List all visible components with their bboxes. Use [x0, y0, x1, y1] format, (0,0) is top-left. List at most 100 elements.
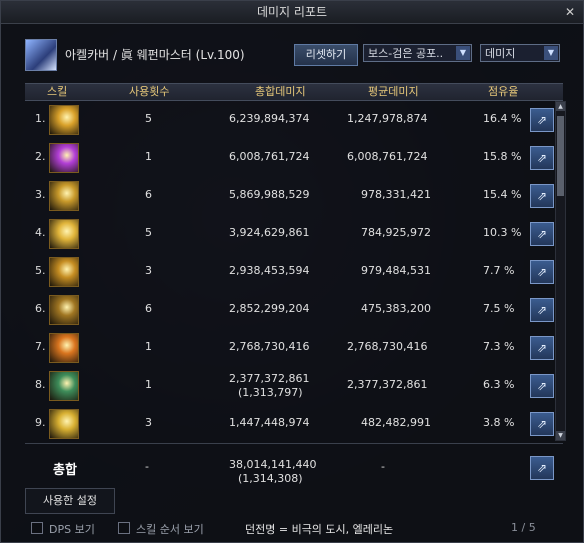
row-average-damage: 475,383,200 — [361, 302, 431, 315]
row-share: 16.4 % — [483, 112, 522, 125]
share-icon[interactable]: ⇗ — [530, 412, 554, 436]
row-uses: 5 — [145, 226, 152, 239]
row-total-damage: 3,924,629,861 — [229, 226, 310, 239]
scroll-thumb[interactable] — [557, 116, 564, 196]
scrollbar[interactable]: ▲ ▼ — [555, 101, 566, 441]
table-row: 2. 1 6,008,761,724 6,008,761,724 15.8 % … — [25, 139, 555, 175]
page-indicator: 1 / 5 — [511, 521, 536, 534]
used-setting-tab[interactable]: 사용한 설정 — [25, 488, 115, 514]
total-row: - 38,014,141,440 (1,314,308) - ⇗ — [25, 449, 555, 485]
row-share: 7.7 % — [483, 264, 515, 277]
row-total-damage: 6,008,761,724 — [229, 150, 310, 163]
row-rank: 3. — [35, 188, 46, 201]
metric-select[interactable]: 데미지 ▼ — [480, 44, 560, 62]
row-rank: 7. — [35, 340, 46, 353]
skill-icon — [49, 105, 79, 135]
row-uses: 1 — [145, 378, 152, 391]
col-uses[interactable]: 사용횟수 — [129, 84, 169, 100]
table-row: 5. 3 2,938,453,594 979,484,531 7.7 % ⇗ — [25, 253, 555, 289]
total-damage-sub: (1,314,308) — [238, 472, 303, 485]
share-icon[interactable]: ⇗ — [530, 184, 554, 208]
row-rank: 9. — [35, 416, 46, 429]
row-share: 3.8 % — [483, 416, 515, 429]
col-skill[interactable]: 스킬 — [47, 84, 67, 100]
skill-order-label: 스킬 순서 보기 — [136, 523, 204, 536]
dropdown-arrow-icon[interactable]: ▼ — [456, 46, 470, 60]
character-name: 아켈카버 / 眞 웨펀마스터 (Lv.100) — [65, 48, 245, 62]
row-average-damage: 6,008,761,724 — [347, 150, 428, 163]
skill-icon — [49, 295, 79, 325]
share-icon[interactable]: ⇗ — [530, 260, 554, 284]
share-icon[interactable]: ⇗ — [530, 146, 554, 170]
row-average-damage: 482,482,991 — [361, 416, 431, 429]
table-row: 9. 3 1,447,448,974 482,482,991 3.8 % ⇗ — [25, 405, 555, 441]
total-label: 총합 — [53, 463, 77, 478]
skill-icon — [49, 371, 79, 401]
row-rank: 2. — [35, 150, 46, 163]
row-average-damage: 1,247,978,874 — [347, 112, 428, 125]
row-total-damage: 6,239,894,374 — [229, 112, 310, 125]
boss-select[interactable]: 보스-검은 공포.. ▼ — [363, 44, 472, 62]
table-row: 4. 5 3,924,629,861 784,925,972 10.3 % ⇗ — [25, 215, 555, 251]
table-row: 6. 6 2,852,299,204 475,383,200 7.5 % ⇗ — [25, 291, 555, 327]
dps-label: DPS 보기 — [49, 523, 95, 536]
row-rank: 6. — [35, 302, 46, 315]
skill-icon — [49, 409, 79, 439]
skill-icon — [49, 219, 79, 249]
row-total-damage: 2,377,372,861 — [229, 372, 310, 385]
reset-button[interactable]: 리셋하기 — [294, 44, 358, 66]
row-uses: 6 — [145, 302, 152, 315]
damage-report-window: 데미지 리포트 ✕ 아켈카버 / 眞 웨펀마스터 (Lv.100) 리셋하기 보… — [0, 0, 584, 543]
row-share: 7.5 % — [483, 302, 515, 315]
row-share: 15.8 % — [483, 150, 522, 163]
dps-checkbox[interactable] — [31, 522, 43, 534]
close-icon[interactable]: ✕ — [563, 5, 577, 19]
footer: DPS 보기 스킬 순서 보기 던전명 = 비극의 도시, 엘레리논 1 / 5 — [1, 517, 583, 541]
row-uses: 6 — [145, 188, 152, 201]
table-row: 1. 5 6,239,894,374 1,247,978,874 16.4 % … — [25, 101, 555, 137]
divider — [25, 443, 563, 444]
title-bar[interactable]: 데미지 리포트 ✕ — [1, 1, 583, 24]
row-uses: 5 — [145, 112, 152, 125]
share-icon[interactable]: ⇗ — [530, 108, 554, 132]
row-total-damage: 5,869,988,529 — [229, 188, 310, 201]
scroll-down-icon[interactable]: ▼ — [556, 431, 565, 440]
window-title: 데미지 리포트 — [256, 5, 328, 19]
share-icon[interactable]: ⇗ — [530, 374, 554, 398]
metric-select-value: 데미지 — [485, 47, 516, 60]
skill-icon — [49, 333, 79, 363]
skill-icon — [49, 257, 79, 287]
row-uses: 1 — [145, 150, 152, 163]
row-share: 10.3 % — [483, 226, 522, 239]
row-uses: 3 — [145, 416, 152, 429]
total-average: - — [381, 460, 385, 473]
share-icon[interactable]: ⇗ — [530, 298, 554, 322]
row-rank: 4. — [35, 226, 46, 239]
row-uses: 1 — [145, 340, 152, 353]
row-rank: 8. — [35, 378, 46, 391]
col-total[interactable]: 총합데미지 — [255, 84, 306, 100]
row-average-damage: 784,925,972 — [361, 226, 431, 239]
boss-select-value: 보스-검은 공포.. — [368, 47, 444, 60]
row-share: 7.3 % — [483, 340, 515, 353]
row-average-damage: 2,768,730,416 — [347, 340, 428, 353]
row-average-damage: 2,377,372,861 — [347, 378, 428, 391]
row-total-damage: 2,852,299,204 — [229, 302, 310, 315]
row-average-damage: 978,331,421 — [361, 188, 431, 201]
row-total-damage: 2,938,453,594 — [229, 264, 310, 277]
row-uses: 3 — [145, 264, 152, 277]
row-total-damage: 2,768,730,416 — [229, 340, 310, 353]
dungeon-name: 던전명 = 비극의 도시, 엘레리논 — [245, 523, 394, 536]
col-average[interactable]: 평균데미지 — [368, 84, 419, 100]
table-row: 3. 6 5,869,988,529 978,331,421 15.4 % ⇗ — [25, 177, 555, 213]
col-share[interactable]: 점유율 — [488, 84, 518, 100]
dropdown-arrow-icon[interactable]: ▼ — [544, 46, 558, 60]
share-icon[interactable]: ⇗ — [530, 456, 554, 480]
skill-order-checkbox[interactable] — [118, 522, 130, 534]
row-rank: 1. — [35, 112, 46, 125]
share-icon[interactable]: ⇗ — [530, 222, 554, 246]
report-header: 아켈카버 / 眞 웨펀마스터 (Lv.100) 리셋하기 보스-검은 공포.. … — [1, 24, 583, 76]
share-icon[interactable]: ⇗ — [530, 336, 554, 360]
scroll-up-icon[interactable]: ▲ — [556, 102, 565, 111]
row-share: 15.4 % — [483, 188, 522, 201]
